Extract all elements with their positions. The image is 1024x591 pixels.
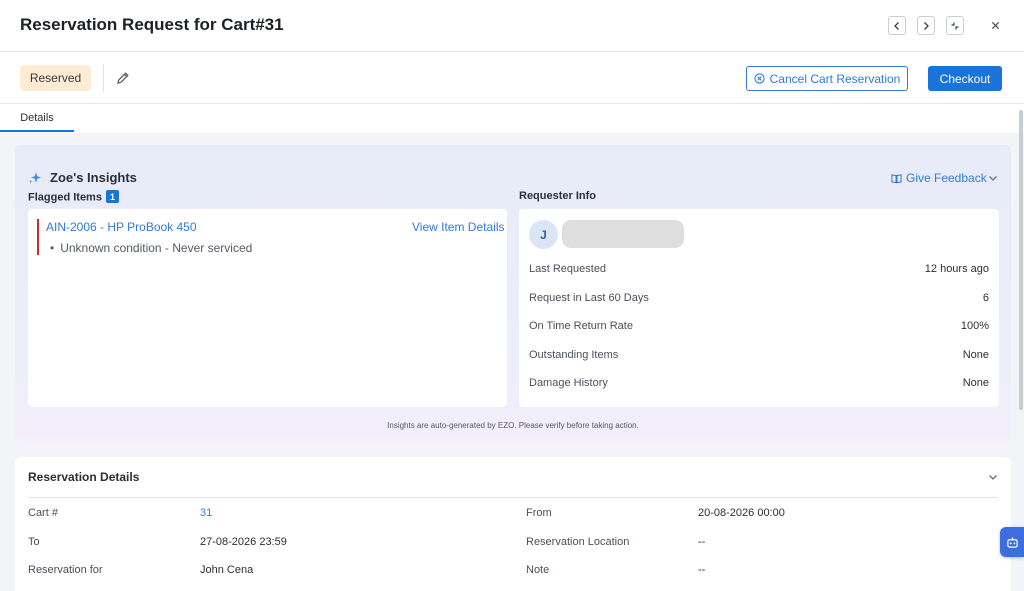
insights-panel: Zoe's Insights Give Feedback Flagged Ite… <box>15 145 1011 444</box>
return-rate-value: 100% <box>960 320 989 332</box>
outstanding-items-value: None <box>962 349 989 361</box>
cancel-reservation-button[interactable]: Cancel Cart Reservation <box>746 66 908 91</box>
give-feedback-link[interactable]: Give Feedback <box>891 171 987 185</box>
close-button[interactable] <box>987 17 1003 33</box>
damage-history-label: Damage History <box>529 377 608 389</box>
section-divider <box>28 497 998 498</box>
modal-header: Reservation Request for Cart#31 <box>0 0 1024 52</box>
chevron-down-icon[interactable] <box>988 472 998 482</box>
cart-number-label: Cart # <box>28 507 58 519</box>
reservation-for-label: Reservation for <box>28 564 103 576</box>
damage-history-value: None <box>962 377 989 389</box>
requests-60-days-value: 6 <box>982 292 989 304</box>
insights-disclaimer: Insights are auto-generated by EZO. Plea… <box>387 421 639 430</box>
from-label: From <box>526 507 552 519</box>
previous-button[interactable] <box>888 16 906 35</box>
close-icon <box>991 21 999 29</box>
give-feedback-label: Give Feedback <box>906 171 987 185</box>
return-rate-label: On Time Return Rate <box>529 320 633 332</box>
last-requested-value: 12 hours ago <box>924 263 989 275</box>
tab-bar: Details <box>0 105 1024 133</box>
reservation-details-title: Reservation Details <box>28 470 140 484</box>
to-value: 27-08-2026 23:59 <box>200 536 287 548</box>
chevron-right-icon <box>924 21 929 30</box>
flagged-count-badge: 1 <box>105 190 119 203</box>
collapse-button[interactable] <box>946 16 964 35</box>
checkout-button[interactable]: Checkout <box>928 66 1002 91</box>
scrollbar[interactable] <box>1019 110 1023 410</box>
pencil-icon[interactable] <box>116 71 130 85</box>
page-title: Reservation Request for Cart#31 <box>20 15 284 34</box>
requester-info-label: Requester Info <box>519 190 597 202</box>
reservation-location-label: Reservation Location <box>526 536 630 548</box>
flagged-items-label: Flagged Items 1 <box>28 190 119 204</box>
flag-indicator <box>37 219 39 255</box>
flagged-item-note: Unknown condition - Never serviced <box>50 241 252 255</box>
requester-name-redacted <box>562 220 684 248</box>
flagged-item-link[interactable]: AIN-2006 - HP ProBook 450 <box>46 220 197 234</box>
tab-details[interactable]: Details <box>0 105 74 132</box>
content-area: Zoe's Insights Give Feedback Flagged Ite… <box>0 133 1024 591</box>
avatar: J <box>529 220 558 249</box>
flagged-items-text: Flagged Items <box>28 191 102 204</box>
outstanding-items-label: Outstanding Items <box>529 349 619 361</box>
toolbar-divider <box>103 64 104 92</box>
reservation-details-card: Reservation Details Cart # 31 From 20-08… <box>15 457 1011 591</box>
from-value: 20-08-2026 00:00 <box>698 507 785 519</box>
note-label: Note <box>526 564 550 576</box>
requester-info-card: J Last Requested 12 hours ago Request in… <box>519 209 999 407</box>
chevron-down-icon[interactable] <box>988 173 998 183</box>
last-requested-label: Last Requested <box>529 263 607 275</box>
robot-icon <box>1006 536 1018 548</box>
cart-number-link[interactable]: 31 <box>200 507 212 519</box>
view-item-details-link[interactable]: View Item Details <box>412 220 504 234</box>
reservation-location-value: -- <box>698 536 706 548</box>
next-button[interactable] <box>917 16 935 35</box>
to-label: To <box>28 536 40 548</box>
assistant-button[interactable] <box>1000 527 1024 557</box>
requests-60-days-label: Request in Last 60 Days <box>529 292 649 304</box>
chevron-left-icon <box>894 21 899 30</box>
flagged-items-card: AIN-2006 - HP ProBook 450 View Item Deta… <box>28 209 507 407</box>
reservation-for-value: John Cena <box>200 564 254 576</box>
sparkle-icon <box>28 172 41 184</box>
status-badge: Reserved <box>20 65 91 91</box>
cancel-circle-icon <box>753 73 765 84</box>
cancel-reservation-label: Cancel Cart Reservation <box>769 71 901 86</box>
insights-title: Zoe's Insights <box>50 170 137 185</box>
minimize-icon <box>951 22 959 29</box>
action-toolbar: Reserved Cancel Cart Reservation Checkou… <box>0 52 1024 104</box>
book-icon <box>891 173 902 183</box>
note-value: -- <box>698 564 706 576</box>
